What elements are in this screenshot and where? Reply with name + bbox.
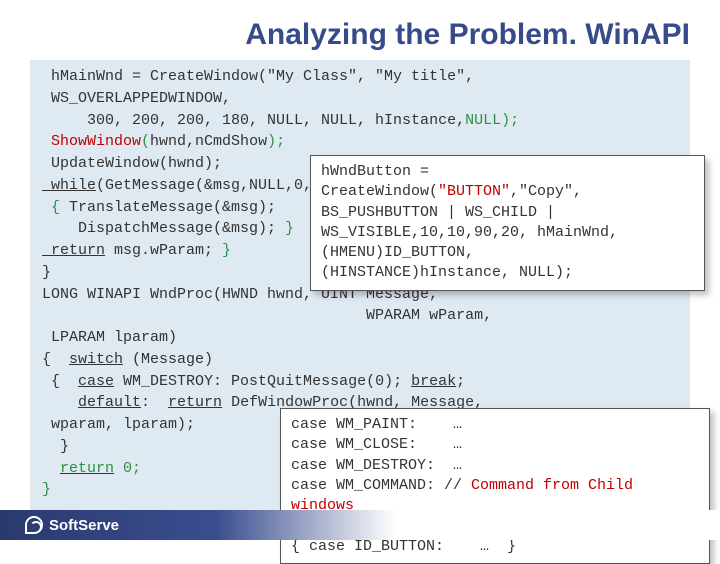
code-line: wparam, lparam);	[42, 416, 195, 433]
code-line: {	[42, 351, 69, 368]
code-line: :	[141, 394, 168, 411]
code-line: }	[42, 481, 51, 498]
callout-text: case WM_PAINT: … case WM_CLOSE: … case W…	[291, 416, 471, 494]
code-line: WPARAM wParam,	[42, 307, 492, 324]
callout-create-button: hWndButton = CreateWindow("BUTTON","Copy…	[310, 155, 705, 291]
code-line: DispatchMessage(&msg);	[42, 220, 276, 237]
code-line: ;	[456, 373, 465, 390]
callout-button-literal: "BUTTON"	[438, 183, 510, 200]
brand-swirl-icon	[25, 516, 43, 534]
code-switch: switch	[69, 351, 123, 368]
code-paren: );	[267, 133, 285, 150]
code-return: return	[42, 242, 105, 259]
slide-title: Analyzing the Problem. WinAPI	[0, 18, 690, 52]
code-line: hMainWnd = CreateWindow("My Class", "My …	[42, 68, 474, 85]
code-line: TranslateMessage(&msg);	[69, 199, 276, 216]
code-return: return	[168, 394, 222, 411]
callout-wm-cases: case WM_PAINT: … case WM_CLOSE: … case W…	[280, 408, 710, 564]
code-line	[42, 460, 60, 477]
code-line: msg.wParam;	[105, 242, 213, 259]
code-brace: {	[42, 199, 69, 216]
code-line: 0;	[114, 460, 141, 477]
code-brace: }	[276, 220, 294, 237]
code-line: WS_OVERLAPPEDWINDOW,	[42, 90, 231, 107]
code-line: {	[42, 373, 78, 390]
code-break: break	[411, 373, 456, 390]
code-line	[42, 394, 78, 411]
code-case: case	[78, 373, 114, 390]
code-line: UpdateWindow(hwnd);	[42, 155, 222, 172]
footer-bar: SoftServe	[0, 510, 720, 540]
code-paren: (	[141, 133, 150, 150]
code-default: default	[78, 394, 141, 411]
code-showwindow: ShowWindow	[42, 133, 141, 150]
callout-text: { case ID_BUTTON: … }	[291, 538, 516, 555]
callout-text: hWndButton = CreateWindow(	[321, 163, 438, 200]
code-args: hwnd,nCmdShow	[150, 133, 267, 150]
code-line: (GetMessage(&msg,NULL,0,0))	[96, 177, 339, 194]
code-line: LPARAM lparam)	[42, 329, 177, 346]
code-return: return	[60, 460, 114, 477]
code-null: NULL);	[465, 112, 519, 129]
code-line: WM_DESTROY: PostQuitMessage(0);	[114, 373, 411, 390]
code-line: (Message)	[123, 351, 213, 368]
code-while: while	[42, 177, 96, 194]
code-line: }	[42, 438, 69, 455]
code-brace: }	[213, 242, 231, 259]
brand-name: SoftServe	[49, 517, 119, 534]
code-line: }	[42, 264, 51, 281]
code-line: 300, 200, 200, 180, NULL, NULL, hInstanc…	[42, 112, 465, 129]
